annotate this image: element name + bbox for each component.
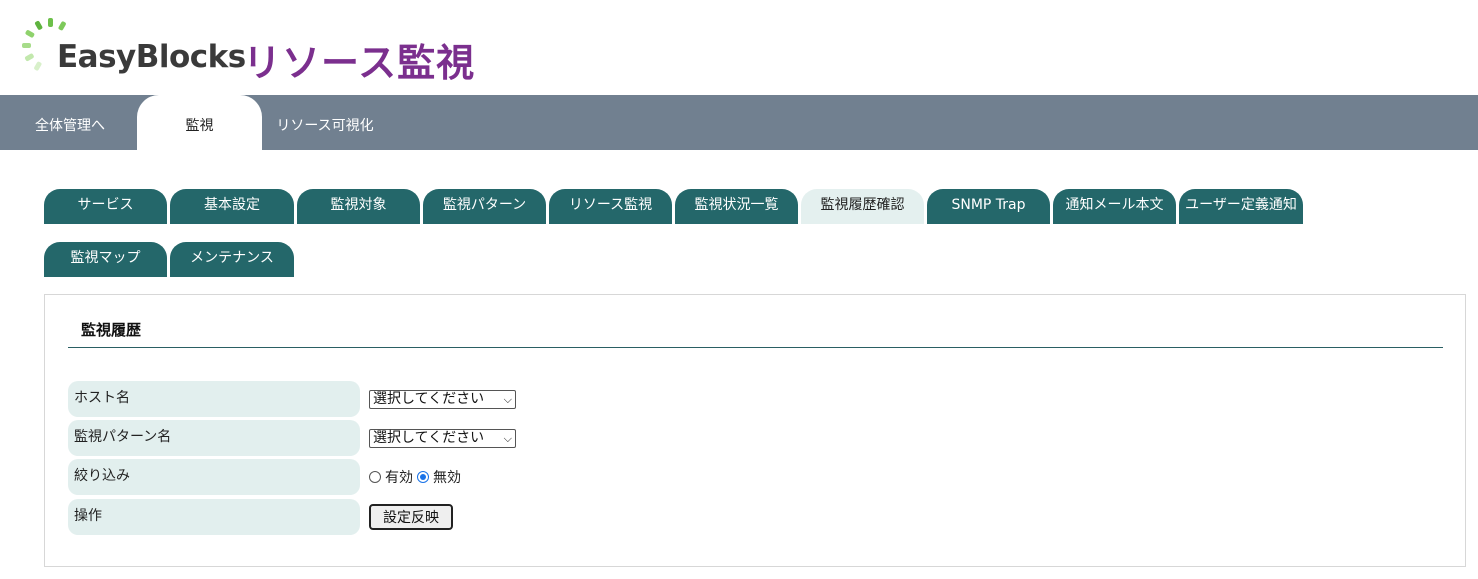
action-field: 設定反映 bbox=[369, 499, 453, 535]
top-nav-item-overall[interactable]: 全体管理へ bbox=[0, 95, 140, 150]
filter-field: 有効 無効 bbox=[369, 459, 465, 495]
sub-tab-basic-settings[interactable]: 基本設定 bbox=[170, 189, 294, 224]
top-nav: 全体管理へ 監視 リソース可視化 bbox=[0, 95, 1478, 150]
apply-settings-button[interactable]: 設定反映 bbox=[369, 504, 453, 530]
pattern-select-value: 選択してください bbox=[373, 429, 485, 446]
sub-tab-monitor-map[interactable]: 監視マップ bbox=[44, 242, 167, 277]
host-label: ホスト名 bbox=[68, 381, 360, 417]
sub-tab-monitor-patterns[interactable]: 監視パターン bbox=[423, 189, 546, 224]
top-nav-item-resource-visualization[interactable]: リソース可視化 bbox=[262, 95, 388, 150]
sub-tab-maintenance[interactable]: メンテナンス bbox=[170, 242, 294, 277]
pattern-select[interactable]: 選択してください ⌵ bbox=[369, 428, 516, 448]
app-title: リソース監視 bbox=[243, 41, 476, 85]
logo-text: EasyBlocks bbox=[57, 39, 246, 75]
action-label: 操作 bbox=[68, 499, 360, 535]
form-row-filter: 絞り込み 有効 無効 bbox=[68, 459, 1443, 495]
header: EasyBlocks リソース監視 bbox=[0, 0, 1478, 95]
chevron-down-icon: ⌵ bbox=[503, 392, 512, 406]
chevron-down-icon: ⌵ bbox=[503, 431, 512, 445]
sub-tab-monitor-history[interactable]: 監視履歴確認 bbox=[801, 189, 924, 224]
form-row-host: ホスト名 選択してください ⌵ bbox=[68, 381, 1443, 417]
filter-disabled-radio[interactable] bbox=[417, 471, 429, 483]
sub-tab-monitor-targets[interactable]: 監視対象 bbox=[297, 189, 420, 224]
filter-disabled-label: 無効 bbox=[433, 470, 461, 486]
filter-enabled-label: 有効 bbox=[385, 470, 413, 486]
divider bbox=[68, 347, 1443, 348]
host-field: 選択してください ⌵ bbox=[369, 381, 516, 417]
sub-tab-resource-monitoring[interactable]: リソース監視 bbox=[549, 189, 672, 224]
sub-tab-service[interactable]: サービス bbox=[44, 189, 167, 224]
pattern-field: 選択してください ⌵ bbox=[369, 420, 516, 456]
monitor-history-panel: 監視履歴 ホスト名 選択してください ⌵ 監視パターン名 選択してください ⌵ … bbox=[44, 294, 1466, 567]
form-row-pattern: 監視パターン名 選択してください ⌵ bbox=[68, 420, 1443, 456]
sub-tab-user-defined-notification[interactable]: ユーザー定義通知 bbox=[1179, 189, 1303, 224]
sub-tab-snmp-trap[interactable]: SNMP Trap bbox=[927, 189, 1050, 224]
sub-tab-monitor-status-list[interactable]: 監視状況一覧 bbox=[675, 189, 798, 224]
host-select[interactable]: 選択してください ⌵ bbox=[369, 389, 516, 409]
form-row-action: 操作 設定反映 bbox=[68, 499, 1443, 535]
pattern-label: 監視パターン名 bbox=[68, 420, 360, 456]
panel-title: 監視履歴 bbox=[81, 321, 142, 339]
host-select-value: 選択してください bbox=[373, 390, 485, 407]
filter-enabled-radio[interactable] bbox=[369, 471, 381, 483]
filter-label: 絞り込み bbox=[68, 459, 360, 495]
top-nav-item-monitoring[interactable]: 監視 bbox=[137, 95, 262, 150]
sub-tab-notification-mail[interactable]: 通知メール本文 bbox=[1053, 189, 1176, 224]
